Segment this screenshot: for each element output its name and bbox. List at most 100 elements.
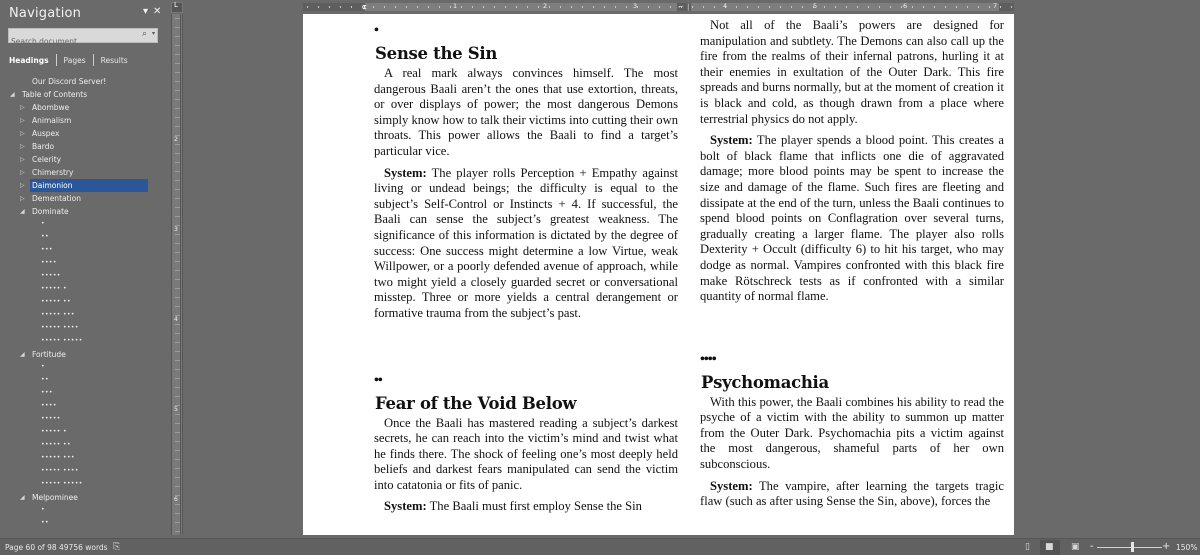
search-options-chevron-icon[interactable]: ▾ xyxy=(152,30,155,37)
nav-item-label: Fortitude xyxy=(32,350,66,359)
tab-headings[interactable]: Headings xyxy=(9,56,49,65)
nav-item-label: ••••• •••• xyxy=(41,324,79,331)
ruler-tick xyxy=(1011,6,1012,8)
nav-item-label: • xyxy=(41,363,45,370)
nav-item-label: Daimonion xyxy=(30,179,148,192)
nav-subheading-item[interactable]: • xyxy=(0,504,168,517)
nav-subheading-item[interactable]: ••••• •••• xyxy=(0,322,168,335)
tab-results[interactable]: Results xyxy=(101,56,128,65)
print-layout-icon[interactable]: ■ xyxy=(1045,542,1054,552)
zoom-out-button[interactable]: - xyxy=(1090,541,1094,552)
ruler-tick xyxy=(175,468,180,469)
search-icon[interactable]: ⌕ xyxy=(142,29,147,39)
zoom-slider-thumb[interactable] xyxy=(1131,542,1134,552)
nav-subheading-item[interactable]: ••••• xyxy=(0,413,168,426)
ruler-tick xyxy=(175,81,180,82)
ruler-tick xyxy=(175,180,180,181)
collapse-arrow-icon[interactable]: ◢ xyxy=(10,88,15,101)
search-input[interactable] xyxy=(9,35,134,48)
search-box: ⌕ ▾ xyxy=(8,28,158,48)
nav-subheading-item[interactable]: ••••• • xyxy=(0,426,168,439)
nav-heading-item[interactable]: Our Discord Server! xyxy=(0,75,168,88)
nav-subheading-item[interactable]: ••••• xyxy=(0,270,168,283)
nav-item-label: Celerity xyxy=(32,155,62,164)
nav-heading-item[interactable]: ◢ Fortitude xyxy=(0,348,168,361)
tab-selector-button[interactable]: L xyxy=(171,1,183,13)
ruler-tick xyxy=(175,90,180,91)
collapse-arrow-icon[interactable]: ◢ xyxy=(20,348,25,361)
nav-subheading-item[interactable]: ••• xyxy=(0,387,168,400)
ruler-tick xyxy=(846,6,847,8)
nav-subheading-item[interactable]: ••••• ••• xyxy=(0,309,168,322)
tab-pages[interactable]: Pages xyxy=(64,56,86,65)
expand-arrow-icon[interactable]: ▷ xyxy=(20,140,25,153)
read-mode-icon[interactable]: ▯ xyxy=(1025,542,1030,552)
nav-heading-item[interactable]: ▷ Daimonion xyxy=(0,179,168,192)
vertical-ruler[interactable]: 2 3 4 5 6 xyxy=(171,14,183,535)
close-icon[interactable]: ✕ xyxy=(153,6,161,17)
word-count[interactable]: 49756 words xyxy=(59,543,108,552)
ruler-tick xyxy=(692,6,693,8)
expand-arrow-icon[interactable]: ▷ xyxy=(20,127,25,140)
nav-subheading-item[interactable]: •• xyxy=(0,517,168,530)
ruler-tick xyxy=(824,6,825,8)
nav-subheading-item[interactable]: ••••• ••••• xyxy=(0,335,168,348)
nav-subheading-item[interactable]: ••••• •• xyxy=(0,296,168,309)
nav-subheading-item[interactable]: • xyxy=(0,218,168,231)
ruler-tick xyxy=(978,6,979,8)
collapse-arrow-icon[interactable]: ◢ xyxy=(20,205,25,218)
nav-subheading-item[interactable]: • xyxy=(0,361,168,374)
nav-subheading-item[interactable]: •• xyxy=(0,231,168,244)
nav-heading-item[interactable]: ▷ Animalism xyxy=(0,114,168,127)
nav-subheading-item[interactable]: ••••• • xyxy=(0,283,168,296)
nav-heading-item[interactable]: ◢ Melpominee xyxy=(0,491,168,504)
ruler-tick xyxy=(615,6,616,8)
nav-heading-item[interactable]: ▷ Bardo xyxy=(0,140,168,153)
nav-subheading-item[interactable]: ••••• ••• xyxy=(0,452,168,465)
zoom-in-button[interactable]: + xyxy=(1162,541,1170,552)
column-marker-icon[interactable]: | xyxy=(687,3,689,11)
web-layout-icon[interactable]: ▣ xyxy=(1071,542,1080,552)
expand-arrow-icon[interactable]: ▷ xyxy=(20,166,25,179)
nav-subheading-item[interactable]: ••••• •••• xyxy=(0,465,168,478)
expand-arrow-icon[interactable]: ▷ xyxy=(20,153,25,166)
ruler-tick xyxy=(175,396,180,397)
nav-subheading-item[interactable]: ••• xyxy=(0,244,168,257)
nav-subheading-item[interactable]: •••• xyxy=(0,257,168,270)
nav-heading-item[interactable]: ◢ Table of Contents xyxy=(0,88,168,101)
ruler-number: 5 xyxy=(813,2,818,10)
proofing-icon[interactable]: ⎘ xyxy=(113,542,120,552)
ruler-tick xyxy=(175,414,180,415)
expand-arrow-icon[interactable]: ▷ xyxy=(20,101,25,114)
nav-heading-item[interactable]: ◢ Dominate xyxy=(0,205,168,218)
document-page[interactable]: • Sense the Sin A real mark always convi… xyxy=(303,14,1014,535)
expand-arrow-icon[interactable]: ▷ xyxy=(20,114,25,127)
ruler-tick xyxy=(472,6,473,8)
ruler-tick xyxy=(175,288,180,289)
expand-arrow-icon[interactable]: ▷ xyxy=(20,179,25,192)
ruler-tick xyxy=(175,432,180,433)
zoom-slider[interactable] xyxy=(1097,547,1162,548)
nav-subheading-item[interactable]: •• xyxy=(0,374,168,387)
nav-heading-item[interactable]: ▷ Chimerstry xyxy=(0,166,168,179)
page-count[interactable]: Page 60 of 98 xyxy=(5,543,57,552)
ruler-tick xyxy=(923,6,924,8)
zoom-level[interactable]: 150% xyxy=(1176,543,1197,552)
nav-heading-item[interactable]: ▷ Dementation xyxy=(0,192,168,205)
body-paragraph: Not all of the Baali’s powers are design… xyxy=(700,18,1004,126)
ruler-tick xyxy=(175,162,180,163)
nav-subheading-item[interactable]: •••• xyxy=(0,400,168,413)
expand-arrow-icon[interactable]: ▷ xyxy=(20,192,25,205)
pane-options-icon[interactable]: ▾ xyxy=(143,6,148,17)
nav-subheading-item[interactable]: ••••• ••••• xyxy=(0,478,168,491)
nav-heading-item[interactable]: ▷ Celerity xyxy=(0,153,168,166)
horizontal-ruler[interactable]: ⧗ ⌐ | 1234567 xyxy=(303,2,1014,11)
ruler-number: 2 xyxy=(543,2,548,10)
nav-subheading-item[interactable]: ••••• •• xyxy=(0,439,168,452)
body-paragraph: With this power, the Baali combines his … xyxy=(700,394,1004,472)
system-paragraph: System: The Baali must first employ Sens… xyxy=(384,499,642,514)
ruler-tick xyxy=(175,18,180,19)
nav-heading-item[interactable]: ▷ Auspex xyxy=(0,127,168,140)
nav-heading-item[interactable]: ▷ Abombwe xyxy=(0,101,168,114)
collapse-arrow-icon[interactable]: ◢ xyxy=(20,491,25,504)
